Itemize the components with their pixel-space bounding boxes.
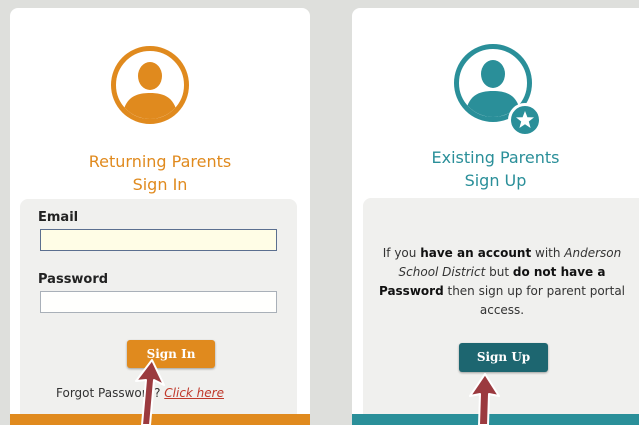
star-badge-icon	[508, 103, 542, 137]
title-line-1: Existing Parents	[431, 148, 560, 167]
info-text-bold: have an account	[420, 246, 532, 260]
info-text-part: If you	[382, 246, 421, 260]
title-line-2: Sign In	[132, 175, 188, 194]
existing-parents-title: Existing Parents Sign Up	[352, 146, 639, 192]
title-line-1: Returning Parents	[88, 152, 232, 171]
password-label: Password	[38, 272, 109, 287]
click-here-link[interactable]: Click here	[164, 386, 224, 400]
email-input[interactable]	[40, 229, 277, 251]
title-line-2: Sign Up	[464, 171, 527, 190]
arrow-up-icon	[469, 373, 500, 425]
info-text-part: then sign up for parent portal access.	[443, 284, 626, 317]
arrow-up-icon	[135, 359, 165, 425]
sign-up-info-text: If you have an account with Anderson Sch…	[377, 244, 627, 320]
info-text-part: with	[531, 246, 565, 260]
user-avatar-icon	[111, 46, 189, 124]
info-text-part: but	[485, 265, 513, 279]
returning-parents-title: Returning Parents Sign In	[10, 150, 310, 196]
email-label: Email	[38, 210, 79, 225]
sign-up-button[interactable]: Sign Up	[459, 343, 548, 372]
existing-parents-panel: Existing Parents Sign Up If you have an …	[352, 8, 639, 425]
password-input[interactable]	[40, 291, 277, 313]
